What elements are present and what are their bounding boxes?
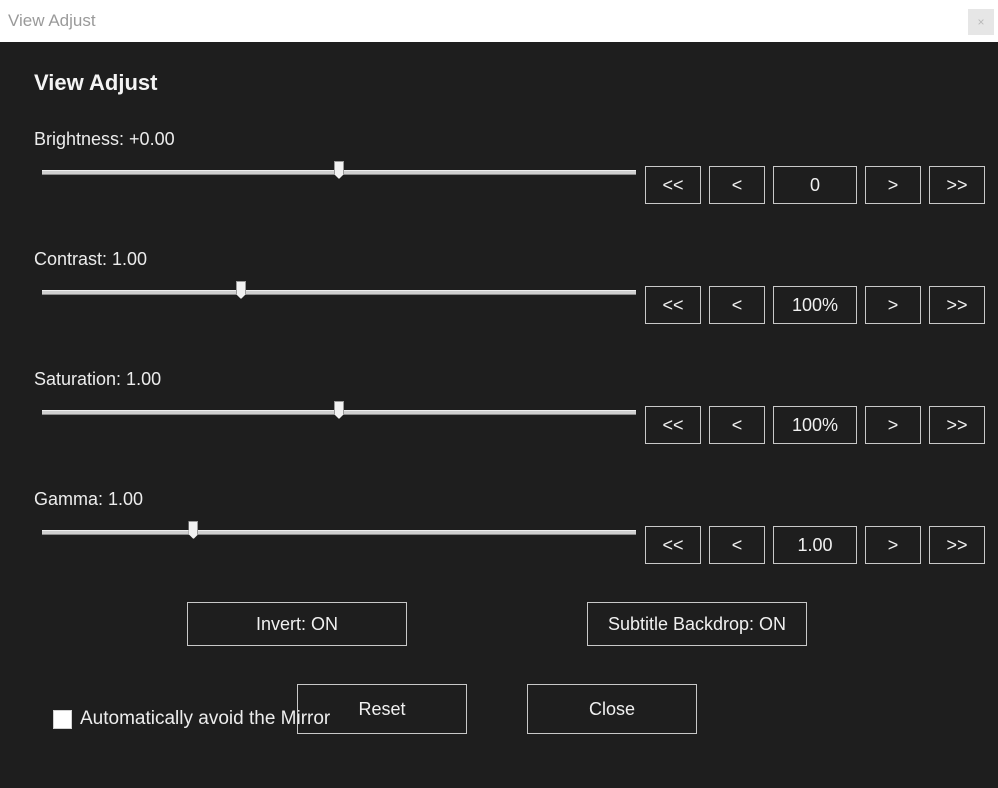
brightness-value-field[interactable]: 0: [773, 166, 857, 204]
gamma-slider[interactable]: [42, 521, 636, 542]
subtitle-backdrop-toggle-button[interactable]: Subtitle Backdrop: ON: [587, 602, 807, 646]
brightness-step-up-large-button[interactable]: >>: [929, 166, 985, 204]
slider-thumb[interactable]: [235, 281, 246, 299]
contrast-value-field[interactable]: 100%: [773, 286, 857, 324]
slider-track: [42, 290, 636, 295]
window-title: View Adjust: [8, 11, 96, 30]
gamma-step-down-button[interactable]: <: [709, 526, 765, 564]
saturation-step-up-large-button[interactable]: >>: [929, 406, 985, 444]
saturation-step-up-button[interactable]: >: [865, 406, 921, 444]
gamma-value-field[interactable]: 1.00: [773, 526, 857, 564]
gamma-step-up-button[interactable]: >: [865, 526, 921, 564]
saturation-slider[interactable]: [42, 401, 636, 422]
slider-thumb[interactable]: [188, 521, 199, 539]
slider-thumb[interactable]: [334, 161, 344, 179]
avoid-mirror-checkbox[interactable]: [53, 709, 72, 729]
contrast-step-down-large-button[interactable]: <<: [645, 286, 701, 324]
invert-toggle-button[interactable]: Invert: ON: [187, 602, 407, 646]
brightness-label: Brightness: +0.00: [34, 129, 175, 149]
close-button[interactable]: Close: [527, 684, 697, 734]
page-title: View Adjust: [34, 70, 158, 95]
contrast-step-up-large-button[interactable]: >>: [929, 286, 985, 324]
saturation-value-field[interactable]: 100%: [773, 406, 857, 444]
gamma-step-down-large-button[interactable]: <<: [645, 526, 701, 564]
title-bar: View Adjust ×: [0, 0, 998, 42]
slider-thumb[interactable]: [334, 401, 344, 419]
avoid-mirror-option[interactable]: Automatically avoid the Mirror: [53, 708, 330, 730]
saturation-step-down-large-button[interactable]: <<: [645, 406, 701, 444]
view-adjust-panel: View Adjust Brightness: +0.00 << < 0 > >…: [0, 42, 998, 788]
gamma-label: Gamma: 1.00: [34, 489, 144, 509]
contrast-step-down-button[interactable]: <: [709, 286, 765, 324]
brightness-slider[interactable]: [42, 161, 636, 182]
contrast-label: Contrast: 1.00: [34, 249, 148, 269]
contrast-slider[interactable]: [42, 281, 636, 302]
brightness-step-down-large-button[interactable]: <<: [645, 166, 701, 204]
slider-track: [42, 530, 636, 535]
brightness-step-up-button[interactable]: >: [865, 166, 921, 204]
close-icon[interactable]: ×: [968, 9, 994, 35]
contrast-step-up-button[interactable]: >: [865, 286, 921, 324]
brightness-step-down-button[interactable]: <: [709, 166, 765, 204]
gamma-step-up-large-button[interactable]: >>: [929, 526, 985, 564]
saturation-step-down-button[interactable]: <: [709, 406, 765, 444]
avoid-mirror-label: Automatically avoid the Mirror: [80, 708, 331, 729]
saturation-label: Saturation: 1.00: [34, 369, 162, 389]
